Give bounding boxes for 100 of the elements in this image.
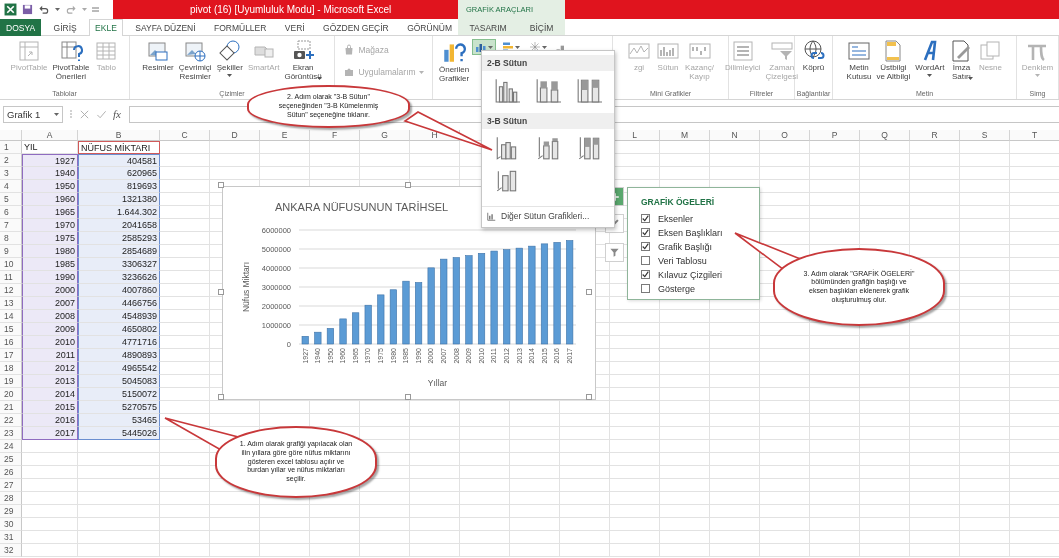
insert-function-label[interactable]: fx — [113, 108, 121, 120]
ribbon-tab[interactable]: EKLE — [89, 19, 123, 36]
resize-handle[interactable] — [218, 182, 224, 188]
ribbon-button[interactable]: Şekiller — [214, 38, 245, 79]
year-text: 2013 — [22, 375, 78, 388]
column-header[interactable]: M — [660, 130, 710, 141]
row-number[interactable]: 4 — [0, 180, 22, 193]
row-number[interactable]: 16 — [0, 336, 22, 349]
column-header[interactable]: N — [710, 130, 760, 141]
row-number[interactable]: 2 — [0, 154, 22, 167]
resize-handle[interactable] — [586, 289, 592, 295]
row-number[interactable]: 1 — [0, 141, 22, 154]
checkbox[interactable] — [641, 242, 650, 251]
ribbon-button[interactable]: Metin Kutusu — [844, 38, 874, 83]
column-header[interactable]: G — [360, 130, 410, 141]
column-heading: NÜFUS MİKTARI — [78, 141, 160, 154]
row-number[interactable]: 22 — [0, 414, 22, 427]
ribbon-button[interactable]: Üstbilgi ve Altbilgi — [874, 38, 913, 83]
resize-handle[interactable] — [405, 182, 411, 188]
filter-icon — [609, 247, 620, 258]
population-text: 3306327 — [78, 258, 160, 271]
resize-handle[interactable] — [405, 394, 411, 400]
column-header[interactable]: O — [760, 130, 810, 141]
year-text: 2016 — [22, 414, 78, 427]
ribbon-tab[interactable]: GÖZDEN GEÇİR — [317, 19, 395, 36]
year-text: 1985 — [22, 258, 78, 271]
ribbon-button[interactable]: İmza Satırı — [947, 38, 976, 82]
row-number[interactable]: 31 — [0, 531, 22, 544]
row-number[interactable]: 32 — [0, 544, 22, 557]
column-header[interactable]: E — [260, 130, 310, 141]
population-text: 4466756 — [78, 297, 160, 310]
row-number[interactable]: 12 — [0, 284, 22, 297]
ribbon-button[interactable]: Köprü — [799, 38, 828, 74]
ribbon-tab[interactable]: FORMÜLLER — [208, 19, 273, 36]
row-number[interactable]: 13 — [0, 297, 22, 310]
row-number[interactable]: 7 — [0, 219, 22, 232]
ribbon-button[interactable]: Çevrimiçi Resimler — [176, 38, 214, 83]
name-box[interactable]: Grafik 1 — [3, 105, 63, 123]
column-header[interactable]: Q — [860, 130, 910, 141]
row-number[interactable]: 26 — [0, 466, 22, 479]
ribbon-button[interactable]: WordArt — [913, 38, 947, 79]
ribbon-tab[interactable]: GİRİŞ — [47, 19, 83, 36]
column-header[interactable]: C — [160, 130, 210, 141]
row-number[interactable]: 11 — [0, 271, 22, 284]
row-number[interactable]: 17 — [0, 349, 22, 362]
checkbox[interactable] — [641, 228, 650, 237]
checkbox[interactable] — [641, 270, 650, 279]
population-text: 4771716 — [78, 336, 160, 349]
row-number[interactable]: 19 — [0, 375, 22, 388]
row-number[interactable]: 24 — [0, 440, 22, 453]
object-icon — [978, 39, 1003, 63]
row-number[interactable]: 27 — [0, 479, 22, 492]
checkbox[interactable] — [641, 214, 650, 223]
resize-handle[interactable] — [586, 394, 592, 400]
ribbon-button[interactable]: Resimler — [140, 38, 176, 74]
row-number[interactable]: 29 — [0, 505, 22, 518]
ribbon-button[interactable]: PivotTable Önerileri — [50, 38, 92, 83]
row-number[interactable]: 8 — [0, 232, 22, 245]
resize-handle[interactable] — [218, 394, 224, 400]
column-header[interactable]: T — [1010, 130, 1059, 141]
column-header[interactable]: B — [78, 130, 160, 141]
checkbox[interactable] — [641, 284, 650, 293]
row-number[interactable]: 18 — [0, 362, 22, 375]
row-number[interactable]: 25 — [0, 453, 22, 466]
year-text: 2012 — [22, 362, 78, 375]
row-number[interactable]: 28 — [0, 492, 22, 505]
row-number[interactable]: 21 — [0, 401, 22, 414]
column-header[interactable]: D — [210, 130, 260, 141]
column-header[interactable]: P — [810, 130, 860, 141]
row-number[interactable]: 6 — [0, 206, 22, 219]
column-header[interactable]: S — [960, 130, 1010, 141]
row-number[interactable]: 20 — [0, 388, 22, 401]
x-axis-title: Yıllar — [427, 378, 448, 388]
column-header[interactable]: A — [22, 130, 78, 141]
ribbon-tab[interactable]: SAYFA DÜZENİ — [129, 19, 202, 36]
row-number[interactable]: 5 — [0, 193, 22, 206]
column-header[interactable]: R — [910, 130, 960, 141]
redo-icon — [65, 4, 77, 15]
ribbon-tab[interactable]: VERİ — [278, 19, 311, 36]
row-number[interactable]: 15 — [0, 323, 22, 336]
bar-chart[interactable] — [222, 186, 596, 400]
checkbox[interactable] — [641, 256, 650, 265]
row-number[interactable]: 23 — [0, 427, 22, 440]
year-text: 1940 — [22, 167, 78, 180]
pivot-table-icon — [17, 39, 42, 63]
more-charts-item[interactable]: Diğer Sütun Grafikleri... — [482, 206, 614, 227]
ribbon-tab[interactable]: BİÇİM — [523, 19, 560, 36]
row-number[interactable]: 30 — [0, 518, 22, 531]
column-header[interactable]: F — [310, 130, 360, 141]
row-number[interactable]: 9 — [0, 245, 22, 258]
chart-filter-button[interactable] — [605, 243, 624, 262]
bar — [364, 304, 372, 345]
resize-handle[interactable] — [218, 289, 224, 295]
ribbon-tab[interactable]: DOSYA — [0, 19, 42, 36]
ribbon-tab[interactable]: GÖRÜNÜM — [401, 19, 458, 36]
row-number[interactable]: 14 — [0, 310, 22, 323]
row-number[interactable]: 10 — [0, 258, 22, 271]
ribbon-tab[interactable]: TASARIM — [463, 19, 513, 36]
ribbon-button[interactable]: Önerilen Grafikler — [437, 38, 472, 85]
row-number[interactable]: 3 — [0, 167, 22, 180]
